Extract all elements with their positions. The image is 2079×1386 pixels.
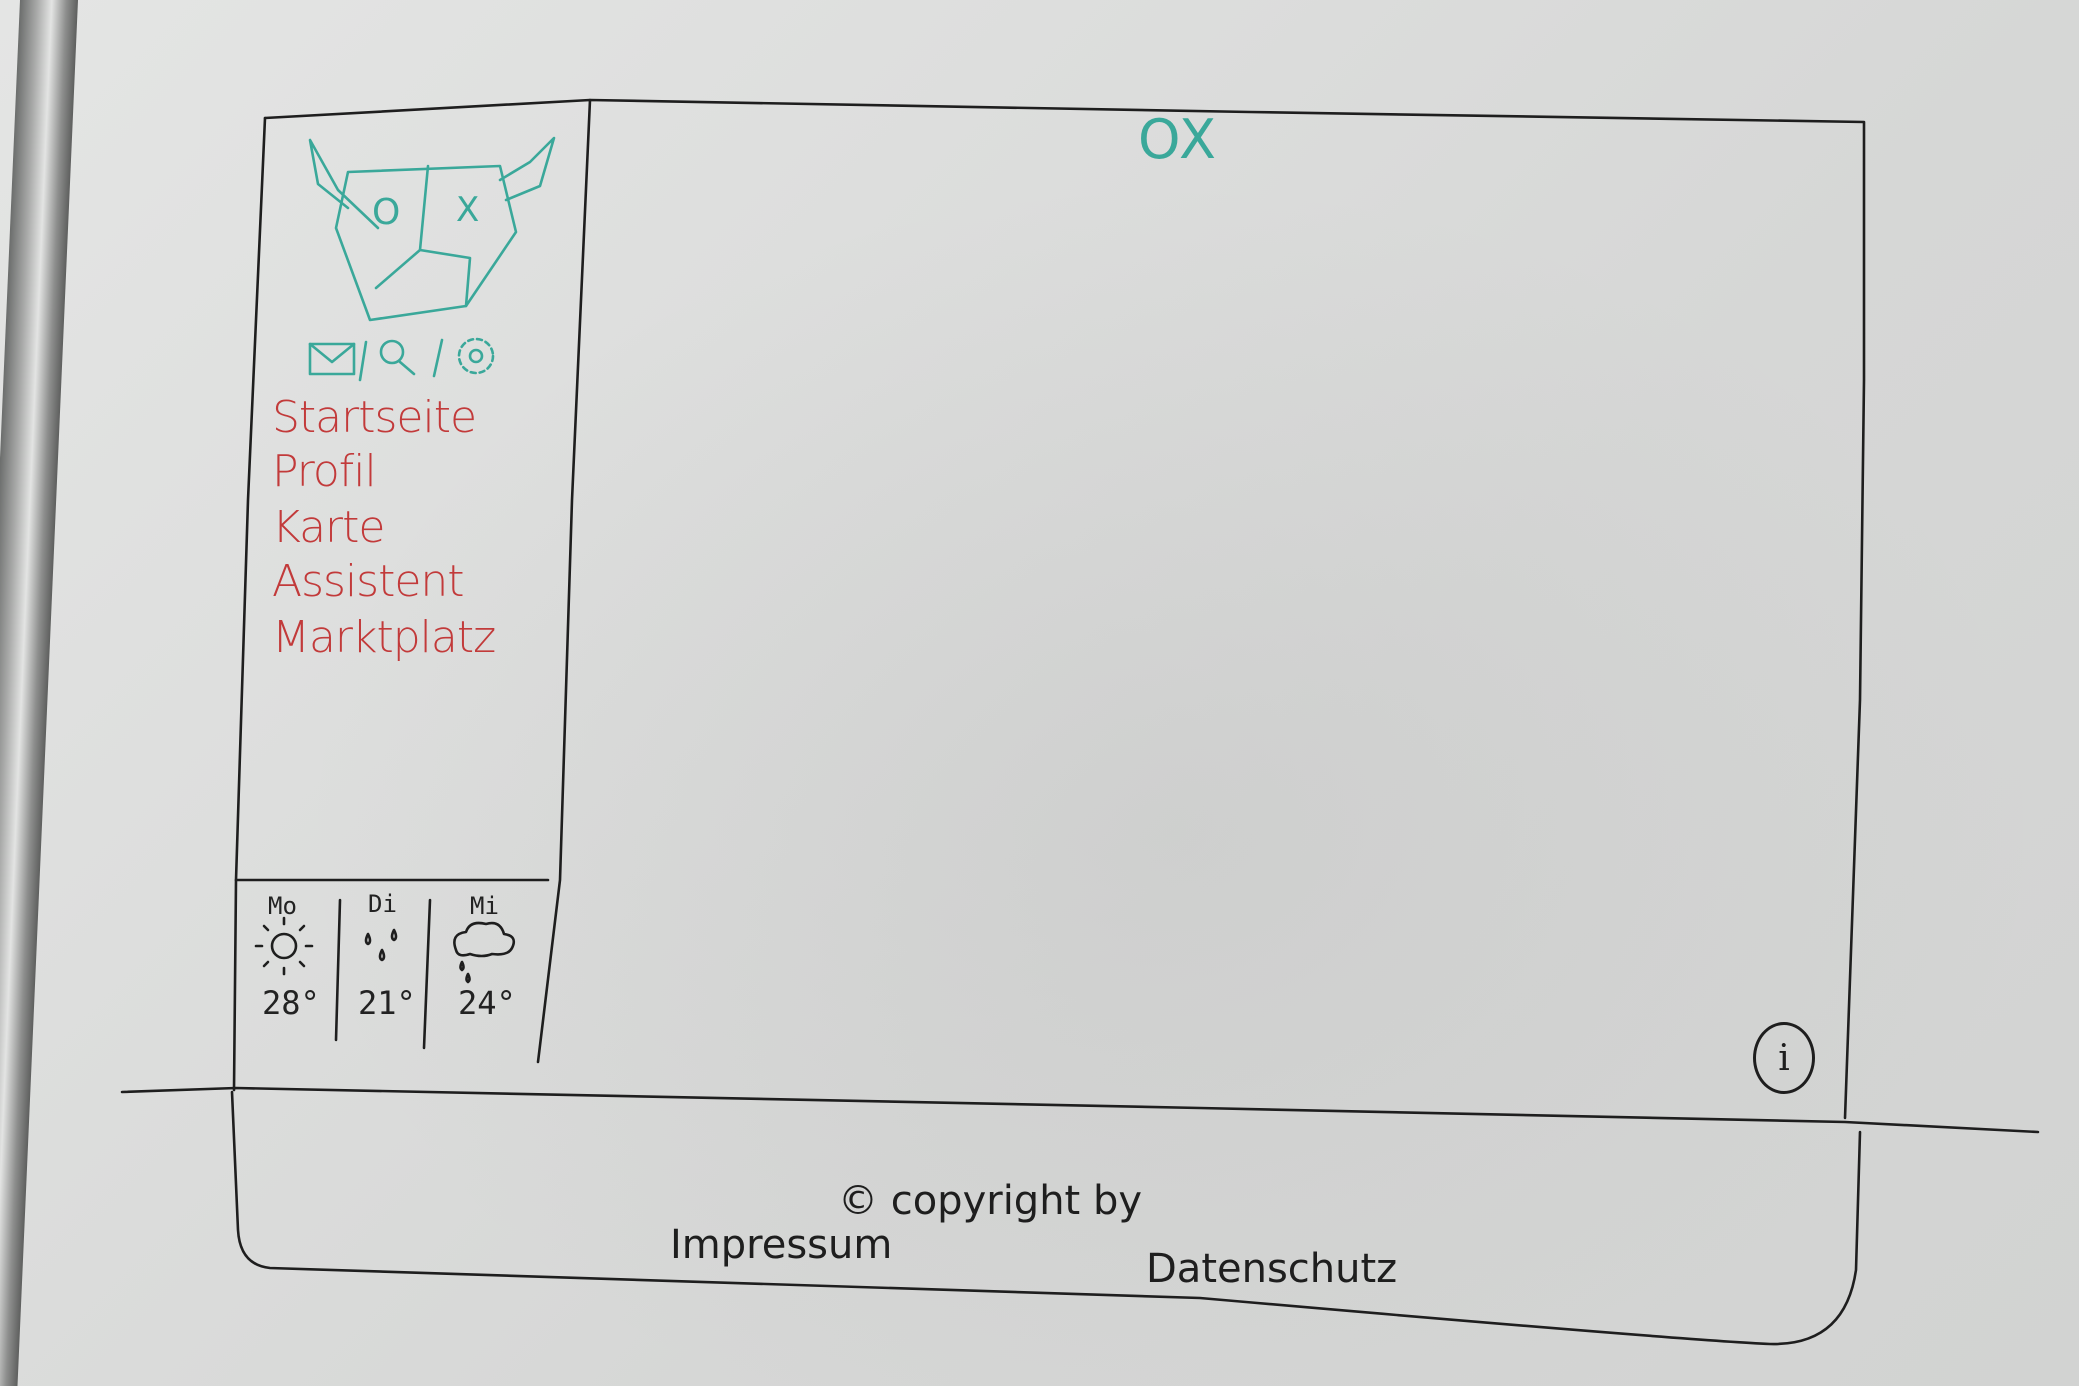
sidebar-item-profil[interactable]: Profil bbox=[272, 446, 377, 497]
impressum-link[interactable]: Impressum bbox=[670, 1222, 892, 1268]
sidebar-item-startseite[interactable]: Startseite bbox=[272, 392, 477, 443]
info-icon: i bbox=[1778, 1037, 1790, 1079]
cloud-rain-icon bbox=[453, 921, 516, 984]
weather-day-mo: Mo bbox=[268, 892, 297, 920]
weather-day-di: Di bbox=[368, 890, 397, 918]
settings-button[interactable] bbox=[452, 332, 502, 382]
sun-icon bbox=[254, 916, 314, 976]
weather-temp-mi: 24° bbox=[458, 984, 516, 1022]
copyright-text: © copyright by bbox=[838, 1178, 1143, 1224]
toolbar-divider-2 bbox=[432, 338, 444, 378]
rain-icon bbox=[364, 928, 398, 962]
mail-button[interactable] bbox=[304, 336, 360, 382]
toolbar-divider-1 bbox=[358, 340, 368, 382]
search-button[interactable] bbox=[374, 334, 424, 384]
brand-name: OX bbox=[1138, 108, 1219, 171]
weather-divider-2 bbox=[422, 898, 432, 1050]
window-frame bbox=[263, 98, 1866, 1120]
sidebar-left-border bbox=[232, 116, 267, 1092]
weather-day-mi: Mi bbox=[470, 892, 499, 920]
sidebar-item-karte[interactable]: Karte bbox=[272, 502, 385, 553]
weather-temp-di: 21° bbox=[358, 984, 416, 1022]
datenschutz-link[interactable]: Datenschutz bbox=[1146, 1246, 1397, 1292]
sidebar-item-marktplatz[interactable]: Marktplatz bbox=[272, 612, 496, 663]
info-button[interactable]: i bbox=[1753, 1022, 1815, 1094]
weather-temp-mo: 28° bbox=[262, 984, 320, 1022]
logo-letter-x: X bbox=[456, 190, 480, 230]
sidebar-item-assistent[interactable]: Assistent bbox=[272, 556, 465, 607]
sidebar-divider bbox=[536, 98, 592, 1064]
logo-letter-o: O bbox=[372, 192, 401, 233]
ox-logo-icon bbox=[308, 136, 556, 322]
content-footer-line bbox=[120, 1086, 2040, 1134]
weather-divider-1 bbox=[334, 898, 342, 1042]
